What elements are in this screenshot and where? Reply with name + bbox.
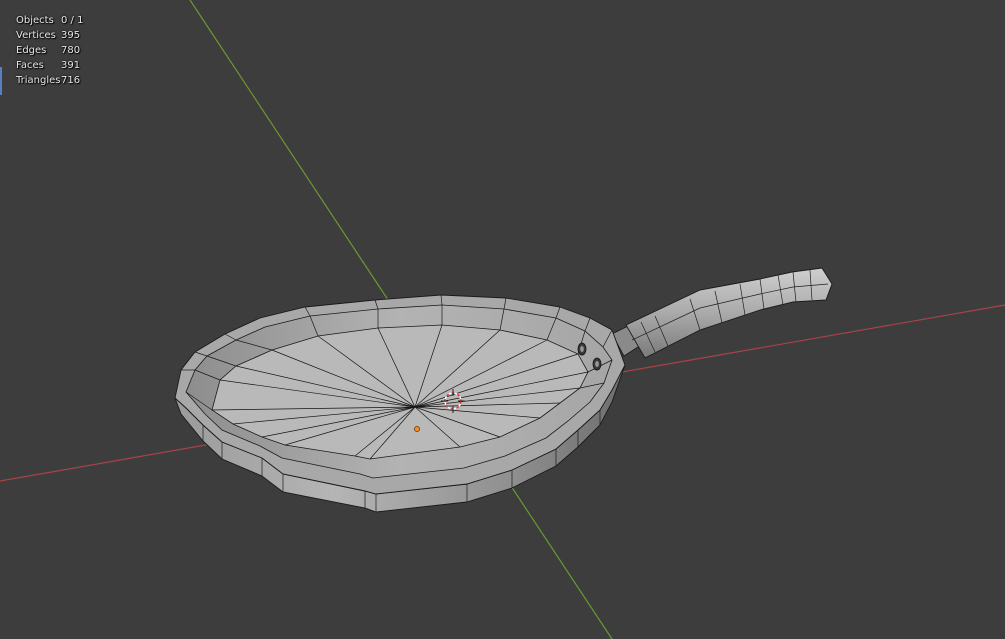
- 3d-viewport[interactable]: Objects 0 / 1 Vertices 395 Edges 780 Fac…: [0, 0, 1005, 639]
- object-origin-icon: [414, 426, 420, 432]
- stat-label: Objects: [16, 15, 54, 26]
- statistics-overlay: Objects 0 / 1 Vertices 395 Edges 780 Fac…: [16, 13, 83, 88]
- viewport-scene[interactable]: [0, 0, 1005, 639]
- region-active-indicator: [0, 67, 2, 95]
- pan-handle[interactable]: [611, 267, 833, 359]
- stat-label: Edges: [16, 45, 47, 56]
- stat-row-edges: Edges 780: [16, 43, 83, 58]
- stat-label: Faces: [16, 60, 44, 71]
- stat-value: 780: [61, 45, 81, 56]
- stat-value: 716: [61, 75, 81, 86]
- stat-row-objects: Objects 0 / 1: [16, 13, 83, 28]
- stat-label: Triangles: [16, 75, 61, 86]
- stat-label: Vertices: [16, 30, 56, 41]
- pan-body[interactable]: [174, 294, 626, 513]
- stat-row-triangles: Triangles 716: [16, 73, 83, 88]
- stat-value: 0 / 1: [61, 15, 84, 26]
- stat-value: 391: [61, 60, 81, 71]
- stat-value: 395: [61, 30, 81, 41]
- stat-row-faces: Faces 391: [16, 58, 83, 73]
- stat-row-vertices: Vertices 395: [16, 28, 83, 43]
